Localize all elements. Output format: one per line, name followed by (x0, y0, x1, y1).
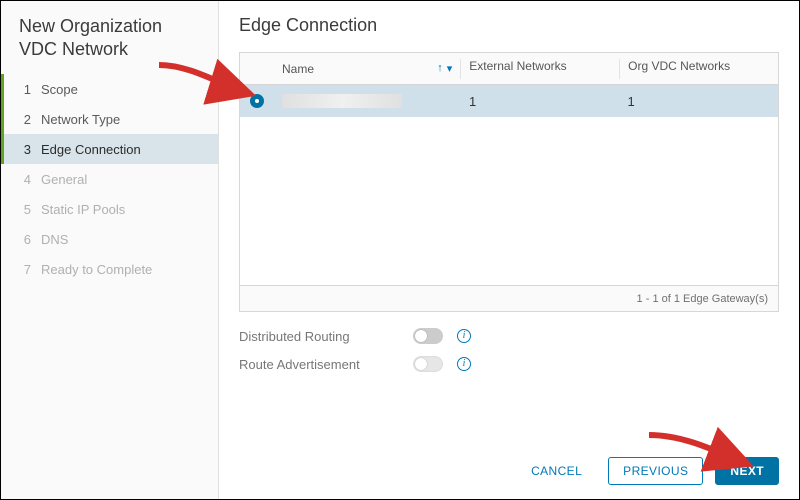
row-ovn-cell: 1 (620, 94, 779, 109)
step-label: Network Type (41, 112, 120, 127)
step-edge-connection[interactable]: 3 Edge Connection (1, 134, 218, 164)
wizard-sidebar: New Organization VDC Network 1 Scope 2 N… (1, 1, 219, 499)
step-label: Static IP Pools (41, 202, 125, 217)
grid-body: 1 1 (240, 85, 778, 285)
grid-header: Name ↑ ▾ External Networks Org VDC Netwo… (240, 53, 778, 85)
next-button[interactable]: NEXT (715, 457, 779, 485)
option-label: Route Advertisement (239, 357, 399, 372)
info-icon[interactable]: i (457, 329, 471, 343)
step-network-type[interactable]: 2 Network Type (1, 104, 218, 134)
step-label: Ready to Complete (41, 262, 152, 277)
row-name-cell (274, 94, 461, 108)
option-distributed-routing: Distributed Routing i (239, 328, 779, 344)
filter-icon[interactable]: ▾ (447, 62, 453, 75)
step-number: 7 (19, 262, 31, 277)
radio-selected-icon[interactable] (250, 94, 264, 108)
option-route-advertisement: Route Advertisement i (239, 356, 779, 372)
sort-controls[interactable]: ↑ ▾ (437, 62, 452, 75)
col-name-header[interactable]: Name ↑ ▾ (274, 62, 460, 76)
edge-gateway-grid: Name ↑ ▾ External Networks Org VDC Netwo… (239, 52, 779, 312)
step-label: Edge Connection (41, 142, 141, 157)
cancel-button[interactable]: CANCEL (517, 457, 596, 485)
step-static-ip-pools[interactable]: 5 Static IP Pools (1, 194, 218, 224)
options-section: Distributed Routing i Route Advertisemen… (239, 328, 779, 372)
col-ovn-header[interactable]: Org VDC Networks (619, 59, 778, 79)
col-name-label: Name (282, 62, 314, 76)
step-number: 4 (19, 172, 31, 187)
step-ready-to-complete[interactable]: 7 Ready to Complete (1, 254, 218, 284)
col-ovn-label: Org VDC Networks (628, 59, 730, 73)
step-scope[interactable]: 1 Scope (1, 74, 218, 104)
grid-footer: 1 - 1 of 1 Edge Gateway(s) (240, 285, 778, 311)
main-panel: Edge Connection Name ↑ ▾ External Networ… (219, 1, 799, 499)
grid-count: 1 - 1 of 1 Edge Gateway(s) (637, 293, 768, 305)
row-radio-cell[interactable] (240, 94, 274, 108)
step-label: Scope (41, 82, 78, 97)
previous-button[interactable]: PREVIOUS (608, 457, 703, 485)
col-ext-label: External Networks (469, 59, 566, 73)
row-ext-cell: 1 (461, 94, 620, 109)
wizard-title: New Organization VDC Network (1, 15, 218, 74)
wizard-dialog: New Organization VDC Network 1 Scope 2 N… (0, 0, 800, 500)
redacted-name (282, 94, 402, 108)
step-number: 3 (19, 142, 31, 157)
col-ext-header[interactable]: External Networks (460, 59, 619, 79)
step-label: General (41, 172, 87, 187)
step-number: 2 (19, 112, 31, 127)
dialog-body: New Organization VDC Network 1 Scope 2 N… (1, 1, 799, 499)
step-label: DNS (41, 232, 68, 247)
table-row[interactable]: 1 1 (240, 85, 778, 117)
page-title: Edge Connection (239, 15, 779, 36)
toggle-route-advertisement[interactable] (413, 356, 443, 372)
step-number: 5 (19, 202, 31, 217)
info-icon[interactable]: i (457, 357, 471, 371)
step-general[interactable]: 4 General (1, 164, 218, 194)
sort-asc-icon[interactable]: ↑ (437, 62, 443, 75)
toggle-distributed-routing[interactable] (413, 328, 443, 344)
step-number: 1 (19, 82, 31, 97)
option-label: Distributed Routing (239, 329, 399, 344)
dialog-footer: CANCEL PREVIOUS NEXT (1, 443, 799, 499)
step-number: 6 (19, 232, 31, 247)
step-dns[interactable]: 6 DNS (1, 224, 218, 254)
wizard-steps: 1 Scope 2 Network Type 3 Edge Connection… (1, 74, 218, 284)
